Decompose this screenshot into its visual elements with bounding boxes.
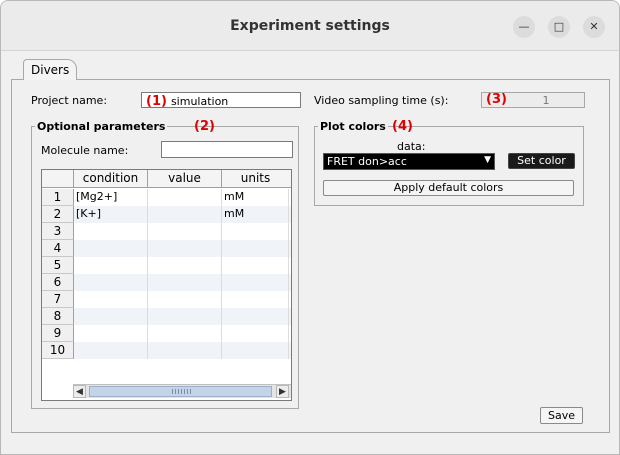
table-row[interactable]: 8: [42, 308, 291, 325]
plot-colors-title: Plot colors: [318, 120, 388, 133]
cell-units[interactable]: [222, 223, 289, 240]
column-header-value[interactable]: value: [148, 170, 222, 188]
cell-condition[interactable]: [Mg2+]: [74, 189, 148, 206]
cell-value[interactable]: [148, 325, 222, 342]
video-sampling-input[interactable]: (3) 1: [481, 92, 585, 108]
cell-units[interactable]: mM: [222, 206, 289, 223]
table-row[interactable]: 9: [42, 325, 291, 342]
cell-condition[interactable]: [74, 308, 148, 325]
cell-value[interactable]: [148, 308, 222, 325]
cell-value[interactable]: [148, 257, 222, 274]
project-name-value: simulation: [170, 95, 229, 108]
scrollbar-thumb[interactable]: [89, 386, 272, 397]
optional-parameters-title: Optional parameters: [35, 120, 168, 133]
arrow-right-icon[interactable]: ▶: [276, 385, 289, 398]
close-icon[interactable]: ✕: [583, 16, 605, 38]
tab-divers[interactable]: Divers: [23, 59, 77, 80]
cell-units[interactable]: [222, 240, 289, 257]
cell-units[interactable]: [222, 342, 289, 359]
minimize-icon[interactable]: —: [513, 16, 535, 38]
row-header: 4: [42, 240, 74, 257]
experiment-settings-window: Experiment settings — □ ✕ Divers Project…: [0, 0, 620, 455]
cell-value[interactable]: [148, 206, 222, 223]
marker-4: (4): [392, 119, 413, 134]
title-bar[interactable]: Experiment settings — □ ✕: [1, 1, 619, 51]
apply-default-colors-button[interactable]: Apply default colors: [323, 180, 574, 196]
marker-1: (1): [146, 94, 167, 108]
row-header: 7: [42, 291, 74, 308]
row-header: 1: [42, 189, 74, 206]
cell-condition[interactable]: [74, 291, 148, 308]
cell-value[interactable]: [148, 274, 222, 291]
project-name-label: Project name:: [31, 94, 108, 107]
cell-units[interactable]: mM: [222, 189, 289, 206]
cell-condition[interactable]: [74, 240, 148, 257]
maximize-icon[interactable]: □: [548, 16, 570, 38]
row-header: 10: [42, 342, 74, 359]
table-header: condition value units: [42, 170, 291, 188]
cell-value[interactable]: [148, 291, 222, 308]
cell-condition[interactable]: [74, 274, 148, 291]
column-header-condition[interactable]: condition: [74, 170, 148, 188]
marker-3: (3): [486, 92, 507, 107]
project-name-input[interactable]: (1) simulation: [141, 92, 301, 108]
cell-value[interactable]: [148, 189, 222, 206]
cell-condition[interactable]: [74, 342, 148, 359]
table-horizontal-scrollbar[interactable]: ◀ ▶: [73, 384, 291, 398]
table-row[interactable]: 7: [42, 291, 291, 308]
cell-units[interactable]: [222, 325, 289, 342]
table-row[interactable]: 3: [42, 223, 291, 240]
grip-icon: [172, 389, 192, 394]
cell-units[interactable]: [222, 308, 289, 325]
row-header: 8: [42, 308, 74, 325]
cell-units[interactable]: [222, 274, 289, 291]
table-row[interactable]: 10: [42, 342, 291, 359]
data-select-value: FRET don>acc: [327, 155, 407, 168]
data-label: data:: [397, 140, 426, 153]
cell-units[interactable]: [222, 257, 289, 274]
row-header: 2: [42, 206, 74, 223]
cell-value[interactable]: [148, 223, 222, 240]
molecule-name-input[interactable]: [161, 141, 293, 158]
marker-2: (2): [194, 119, 215, 134]
chevron-down-icon: ▼: [484, 155, 491, 165]
table-row[interactable]: 2 [K+] mM: [42, 206, 291, 223]
row-header: 6: [42, 274, 74, 291]
cell-condition[interactable]: [K+]: [74, 206, 148, 223]
cell-condition[interactable]: [74, 257, 148, 274]
table-row[interactable]: 1 [Mg2+] mM: [42, 189, 291, 206]
parameters-table[interactable]: condition value units 1 [Mg2+] mM 2 [K+]…: [41, 169, 292, 401]
table-row[interactable]: 6: [42, 274, 291, 291]
molecule-name-label: Molecule name:: [41, 144, 129, 157]
cell-value[interactable]: [148, 240, 222, 257]
data-select[interactable]: FRET don>acc ▼: [323, 153, 495, 170]
set-color-button[interactable]: Set color: [508, 153, 575, 169]
cell-value[interactable]: [148, 342, 222, 359]
row-header: 5: [42, 257, 74, 274]
table-row[interactable]: 4: [42, 240, 291, 257]
video-sampling-label: Video sampling time (s):: [314, 94, 449, 107]
table-corner: [42, 170, 74, 188]
cell-condition[interactable]: [74, 325, 148, 342]
cell-units[interactable]: [222, 291, 289, 308]
save-button[interactable]: Save: [540, 407, 583, 424]
column-header-units[interactable]: units: [222, 170, 289, 188]
video-sampling-value: 1: [542, 94, 550, 107]
row-header: 9: [42, 325, 74, 342]
cell-condition[interactable]: [74, 223, 148, 240]
arrow-left-icon[interactable]: ◀: [73, 385, 86, 398]
table-row[interactable]: 5: [42, 257, 291, 274]
row-header: 3: [42, 223, 74, 240]
